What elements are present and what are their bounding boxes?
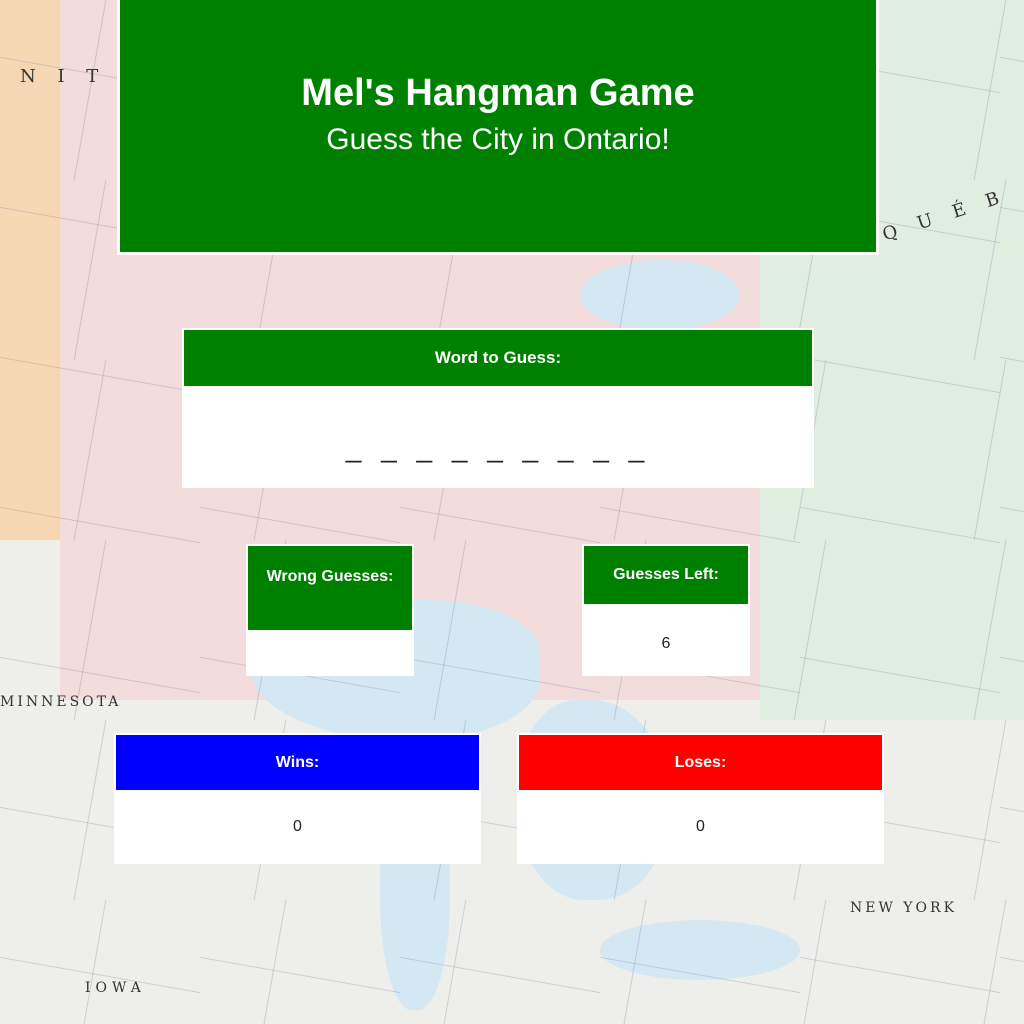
wrong-guesses-panel: Wrong Guesses: xyxy=(246,544,414,676)
map-label-minnesota: MINNESOTA xyxy=(0,694,122,710)
loses-value: 0 xyxy=(519,790,882,864)
page-subtitle: Guess the City in Ontario! xyxy=(326,123,670,156)
page-title: Mel's Hangman Game xyxy=(301,72,695,114)
guesses-left-label: Guesses Left: xyxy=(584,546,748,604)
word-to-guess-value: _ _ _ _ _ _ _ _ _ xyxy=(184,386,812,486)
guesses-left-value: 6 xyxy=(584,604,748,676)
map-label-iowa: IOWA xyxy=(85,980,146,996)
wrong-guesses-value xyxy=(248,630,412,676)
word-to-guess-label: Word to Guess: xyxy=(184,330,812,386)
wins-panel: Wins: 0 xyxy=(114,733,481,864)
wins-label: Wins: xyxy=(116,735,479,790)
word-to-guess-panel: Word to Guess: _ _ _ _ _ _ _ _ _ xyxy=(182,328,814,488)
wrong-guesses-label: Wrong Guesses: xyxy=(248,546,412,630)
map-label-new-york: NEW YORK xyxy=(850,900,958,916)
game-header: Mel's Hangman Game Guess the City in Ont… xyxy=(117,0,879,255)
guesses-left-panel: Guesses Left: 6 xyxy=(582,544,750,676)
loses-label: Loses: xyxy=(519,735,882,790)
loses-panel: Loses: 0 xyxy=(517,733,884,864)
wins-value: 0 xyxy=(116,790,479,864)
